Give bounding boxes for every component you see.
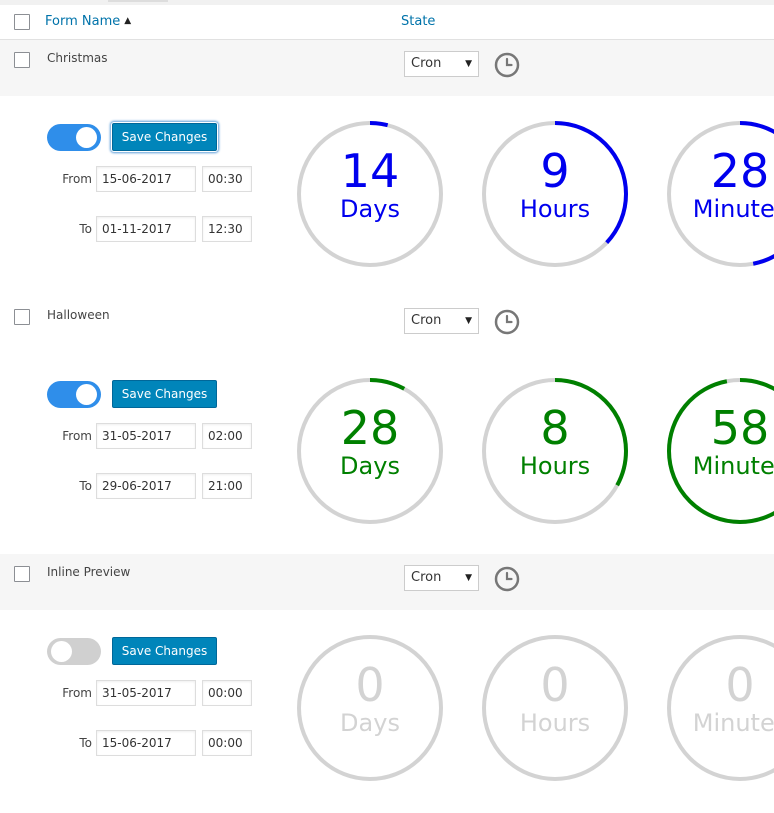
countdown-value: 0	[355, 658, 385, 712]
form-row: Inline Preview Cron ▼	[0, 554, 774, 610]
to-label: To	[79, 222, 92, 236]
form-name[interactable]: Halloween	[47, 308, 110, 322]
form-name[interactable]: Inline Preview	[47, 565, 130, 579]
to-date-field[interactable]: 01-11-2017	[96, 216, 196, 242]
from-time-field[interactable]: 02:00	[202, 423, 252, 449]
form-name-column-header[interactable]: Form Name ▲	[45, 14, 131, 29]
countdown-panel: Save Changes From 31-05-2017 00:00 To 15…	[0, 610, 774, 810]
clock-icon[interactable]	[494, 52, 520, 78]
from-label: From	[62, 686, 92, 700]
to-time-field[interactable]: 00:00	[202, 730, 252, 756]
countdown-value: 14	[340, 144, 400, 198]
countdown-ring-hours: 0 Hours	[480, 633, 630, 783]
countdown-value: 28	[340, 401, 400, 455]
to-date-field[interactable]: 29-06-2017	[96, 473, 196, 499]
form-name[interactable]: Christmas	[47, 51, 108, 65]
caret-down-icon: ▼	[465, 59, 472, 69]
state-select-value: Cron	[411, 313, 442, 328]
countdown-unit: Hours	[519, 452, 591, 480]
countdown-unit: Hours	[519, 709, 591, 737]
form-name-header-label[interactable]: Form Name	[45, 14, 120, 29]
clock-icon[interactable]	[494, 566, 520, 592]
countdown-ring-days: 0 Days	[295, 633, 445, 783]
from-time-field[interactable]: 00:00	[202, 680, 252, 706]
countdown-value: 8	[540, 401, 570, 455]
to-date-field[interactable]: 15-06-2017	[96, 730, 196, 756]
row-checkbox[interactable]	[14, 566, 30, 582]
enable-toggle[interactable]	[47, 124, 101, 151]
to-time-field[interactable]: 12:30	[202, 216, 252, 242]
countdown-value: 0	[540, 658, 570, 712]
countdown-unit: Minutes	[692, 709, 774, 737]
save-changes-button[interactable]: Save Changes	[112, 123, 217, 151]
toggle-knob	[76, 127, 97, 148]
top-border-nub	[108, 0, 168, 2]
toggle-knob	[51, 641, 72, 662]
countdown-panel: Save Changes From 15-06-2017 00:30 To 01…	[0, 96, 774, 296]
caret-down-icon: ▼	[465, 316, 472, 326]
form-row: Halloween Cron ▼	[0, 297, 774, 353]
to-label: To	[79, 736, 92, 750]
countdown-unit: Minutes	[692, 452, 774, 480]
to-label: To	[79, 479, 92, 493]
sort-asc-icon[interactable]: ▲	[124, 16, 131, 26]
clock-icon[interactable]	[494, 309, 520, 335]
state-select[interactable]: Cron ▼	[404, 51, 479, 77]
countdown-ring-minutes: 58Minutes	[665, 376, 774, 526]
countdown-ring-hours: 8 Hours	[480, 376, 630, 526]
state-select-value: Cron	[411, 570, 442, 585]
from-label: From	[62, 172, 92, 186]
row-checkbox[interactable]	[14, 52, 30, 68]
countdown-ring-days: 28 Days	[295, 376, 445, 526]
state-select-value: Cron	[411, 56, 442, 71]
table-header: Form Name ▲ State	[0, 5, 774, 40]
state-select[interactable]: Cron ▼	[404, 308, 479, 334]
save-changes-button[interactable]: Save Changes	[112, 637, 217, 665]
countdown-unit: Days	[340, 195, 400, 223]
caret-down-icon: ▼	[465, 573, 472, 583]
countdown-ring-days: 14 Days	[295, 119, 445, 269]
countdown-panel: Save Changes From 31-05-2017 02:00 To 29…	[0, 353, 774, 553]
form-row: Christmas Cron ▼	[0, 40, 774, 96]
countdown-value: 28	[710, 144, 770, 198]
to-time-field[interactable]: 21:00	[202, 473, 252, 499]
select-all-checkbox[interactable]	[14, 14, 30, 30]
from-time-field[interactable]: 00:30	[202, 166, 252, 192]
enable-toggle[interactable]	[47, 638, 101, 665]
from-date-field[interactable]: 15-06-2017	[96, 166, 196, 192]
toggle-knob	[76, 384, 97, 405]
from-date-field[interactable]: 31-05-2017	[96, 680, 196, 706]
countdown-unit: Days	[340, 452, 400, 480]
countdown-unit: Days	[340, 709, 400, 737]
from-date-field[interactable]: 31-05-2017	[96, 423, 196, 449]
countdown-value: 0	[725, 658, 755, 712]
state-select[interactable]: Cron ▼	[404, 565, 479, 591]
countdown-ring-minutes: 0Minutes	[665, 633, 774, 783]
enable-toggle[interactable]	[47, 381, 101, 408]
countdown-unit: Minutes	[692, 195, 774, 223]
countdown-value: 58	[710, 401, 770, 455]
save-changes-button[interactable]: Save Changes	[112, 380, 217, 408]
countdown-unit: Hours	[519, 195, 591, 223]
countdown-ring-hours: 9 Hours	[480, 119, 630, 269]
state-column-header[interactable]: State	[401, 14, 435, 29]
from-label: From	[62, 429, 92, 443]
countdown-ring-minutes: 28Minutes	[665, 119, 774, 269]
countdown-value: 9	[540, 144, 570, 198]
row-checkbox[interactable]	[14, 309, 30, 325]
